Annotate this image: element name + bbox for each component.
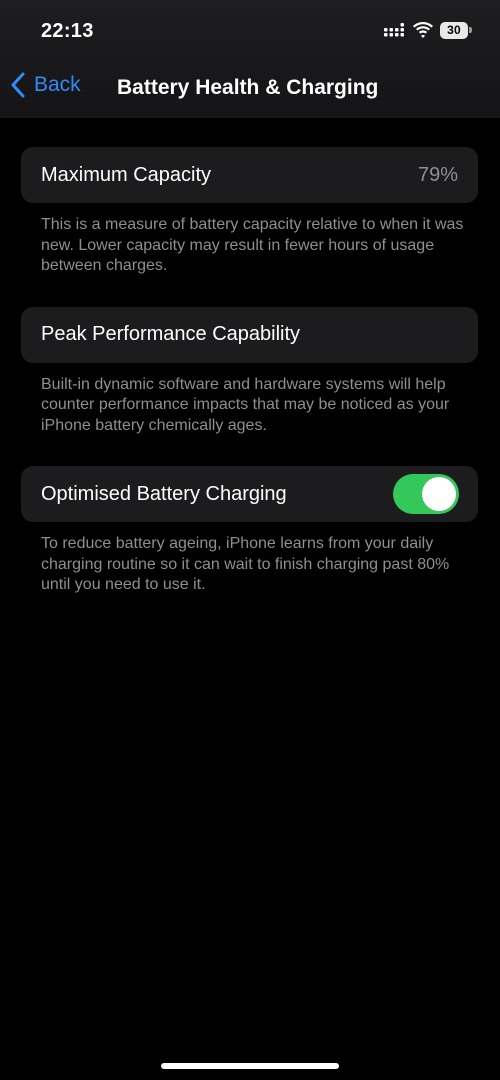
maximum-capacity-row: Maximum Capacity 79% xyxy=(21,147,478,203)
toggle-knob xyxy=(422,477,456,511)
home-indicator[interactable] xyxy=(161,1063,339,1069)
header-area: 22:13 30 Back Battery Health & Charging xyxy=(0,0,500,118)
battery-level: 30 xyxy=(440,21,468,39)
peak-performance-footnote: Built-in dynamic software and hardware s… xyxy=(41,375,450,434)
optimised-charging-row: Optimised Battery Charging xyxy=(21,466,478,522)
chevron-left-icon xyxy=(10,72,26,98)
peak-performance-row: Peak Performance Capability xyxy=(21,306,478,363)
battery-icon: 30 xyxy=(440,21,474,39)
page-title: Battery Health & Charging xyxy=(117,76,379,99)
battery-tip xyxy=(469,27,472,33)
status-icons: 30 xyxy=(384,21,474,39)
navigation-bar: Back Battery Health & Charging xyxy=(0,60,500,118)
screen: 22:13 30 Back Battery Health & Charging … xyxy=(0,0,500,1080)
signal-bars-icon xyxy=(384,22,406,38)
back-label: Back xyxy=(34,73,81,96)
maximum-capacity-label: Maximum Capacity xyxy=(41,163,212,186)
status-bar: 22:13 30 xyxy=(0,0,500,60)
optimised-charging-label: Optimised Battery Charging xyxy=(41,482,287,505)
optimised-charging-section: Optimised Battery Charging To reduce bat… xyxy=(21,466,478,596)
maximum-capacity-footnote: This is a measure of battery capacity re… xyxy=(41,216,464,274)
optimised-charging-footnote: To reduce battery ageing, iPhone learns … xyxy=(41,535,450,593)
maximum-capacity-section: Maximum Capacity 79% This is a measure o… xyxy=(21,147,478,277)
peak-performance-section: Peak Performance Capability Built-in dyn… xyxy=(21,306,478,437)
back-button[interactable]: Back xyxy=(10,72,81,98)
maximum-capacity-value: 79% xyxy=(417,163,458,186)
status-time: 22:13 xyxy=(41,20,94,42)
optimised-charging-toggle[interactable] xyxy=(393,474,459,514)
settings-content: Maximum Capacity 79% This is a measure o… xyxy=(21,147,478,596)
peak-performance-label: Peak Performance Capability xyxy=(41,323,301,345)
wifi-icon xyxy=(413,22,433,38)
